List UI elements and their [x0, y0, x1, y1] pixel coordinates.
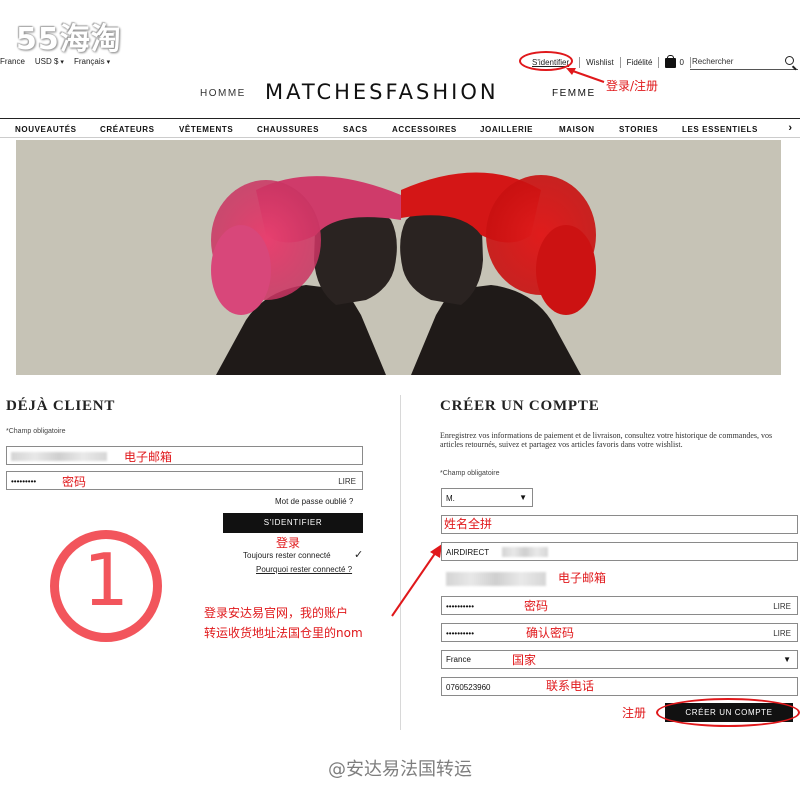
confirm-password-field[interactable]: •••••••••• LIRE — [441, 623, 798, 642]
confirm-password-annotation: 确认密码 — [526, 626, 575, 640]
category-nav: NOUVEAUTÉS CRÉATEURS VÊTEMENTS CHAUSSURE… — [0, 118, 800, 138]
loyalty-link[interactable]: Fidélité — [627, 58, 653, 67]
nav-item[interactable]: SACS — [343, 125, 368, 134]
country-select[interactable]: France ▼ — [441, 650, 798, 669]
guide-annotation-line1: 登录安达易官网，我的账户 — [204, 606, 349, 620]
signin-arrow-icon — [566, 68, 605, 83]
stay-connected-checkbox[interactable]: ✓ — [354, 548, 363, 561]
signin-annotation: 登录/注册 — [606, 79, 659, 93]
forgot-password-link[interactable]: Mot de passe oublié ? — [275, 497, 353, 506]
login-email-field[interactable] — [6, 446, 363, 465]
name-annotation: 姓名全拼 — [444, 517, 493, 531]
nav-item[interactable]: CRÉATEURS — [100, 125, 155, 134]
divider — [658, 57, 660, 68]
login-title: DÉJÀ CLIENT — [6, 398, 116, 414]
chevron-down-icon: ▼ — [783, 655, 791, 664]
nav-item[interactable]: ACCESSOIRES — [392, 125, 457, 134]
nav-item[interactable]: MAISON — [559, 125, 595, 134]
show-confirm-toggle[interactable]: LIRE — [773, 629, 791, 638]
confirm-password-value: •••••••••• — [446, 629, 475, 638]
guide-annotation-line2: 转运收货地址法国仓里的nom — [204, 626, 363, 640]
chevron-right-icon[interactable]: › — [788, 122, 792, 134]
country-annotation: 国家 — [512, 653, 537, 667]
nav-item[interactable]: NOUVEAUTÉS — [15, 125, 77, 134]
civility-value: M. — [446, 494, 455, 503]
nav-item[interactable]: VÊTEMENTS — [179, 125, 233, 134]
nav-item[interactable]: CHAUSSURES — [257, 125, 319, 134]
phone-annotation: 联系电话 — [546, 679, 595, 693]
register-lastname-field[interactable]: AIRDIRECT — [441, 542, 798, 561]
register-password-annotation: 密码 — [524, 599, 549, 613]
email-annotation: 电子邮箱 — [124, 450, 173, 464]
login-password-field[interactable]: ••••••••• LIRE — [6, 471, 363, 490]
brand-logo[interactable]: MATCHESFASHION — [265, 80, 499, 104]
nav-item[interactable]: STORIES — [619, 125, 658, 134]
search-input[interactable]: Rechercher — [690, 54, 798, 70]
password-value: ••••••••• — [11, 477, 37, 486]
required-note: *Champ obligatoire — [6, 428, 66, 435]
guide-arrow-icon — [391, 544, 442, 617]
footer-watermark: @安达易法国转运 — [328, 759, 472, 780]
civility-select[interactable]: M. ▼ — [441, 488, 533, 507]
register-email-field[interactable] — [441, 569, 798, 588]
phone-value: 0760523960 — [446, 683, 491, 692]
phone-field[interactable]: 0760523960 — [441, 677, 798, 696]
search-icon[interactable] — [785, 56, 794, 65]
femme-link[interactable]: FEMME — [552, 88, 596, 99]
shopping-bag-icon[interactable] — [665, 54, 677, 68]
homme-link[interactable]: HOMME — [200, 88, 246, 99]
search-placeholder: Rechercher — [692, 57, 734, 66]
currency-selector[interactable]: USD $ — [35, 57, 64, 66]
stay-connected-label: Toujours rester connecté — [243, 551, 331, 560]
step-number: 1 — [83, 538, 129, 622]
signin-button-annotation: 登录 — [276, 536, 301, 550]
locale-bar: France USD $ Français — [0, 57, 110, 66]
blurred-name — [502, 547, 548, 557]
country-selector[interactable]: France — [0, 57, 25, 66]
register-title: CRÉER UN COMPTE — [440, 398, 600, 414]
register-password-value: •••••••••• — [446, 602, 475, 611]
show-password-toggle[interactable]: LIRE — [773, 602, 791, 611]
why-stay-connected-link[interactable]: Pourquoi rester connecté ? — [256, 565, 352, 574]
show-password-toggle[interactable]: LIRE — [338, 477, 356, 486]
register-password-field[interactable]: •••••••••• LIRE — [441, 596, 798, 615]
register-name-field[interactable] — [441, 515, 798, 534]
nav-item[interactable]: JOAILLERIE — [480, 125, 533, 134]
watermark-logo: 55海淘 — [16, 22, 122, 57]
divider — [619, 57, 621, 68]
chevron-down-icon: ▼ — [519, 493, 527, 502]
password-annotation: 密码 — [62, 475, 87, 489]
country-value: France — [446, 655, 471, 664]
nav-item[interactable]: LES ESSENTIELS — [682, 125, 758, 134]
blurred-email — [446, 572, 546, 586]
hero-banner-image[interactable] — [16, 140, 781, 375]
create-account-highlight-oval — [656, 698, 800, 727]
lastname-value: AIRDIRECT — [446, 548, 490, 557]
language-selector[interactable]: Français — [74, 57, 110, 66]
register-button-annotation: 注册 — [622, 706, 647, 720]
blurred-email — [11, 452, 107, 461]
bag-count: 0 — [679, 58, 684, 67]
register-required-note: *Champ obligatoire — [440, 470, 500, 477]
register-email-annotation: 电子邮箱 — [558, 571, 607, 585]
signin-button[interactable]: S'IDENTIFIER — [223, 513, 363, 533]
register-intro: Enregistrez vos informations de paiement… — [440, 431, 773, 449]
